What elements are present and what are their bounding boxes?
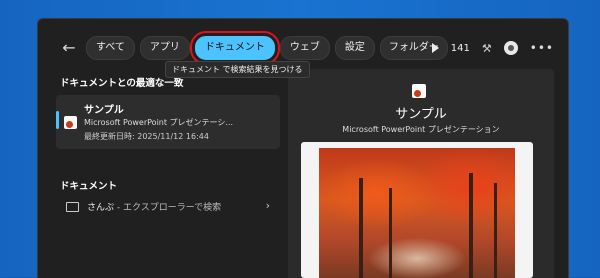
results-list: ドキュメントとの最適な一致 サンプル Microsoft PowerPoint … xyxy=(56,75,288,275)
autumn-forest-photo xyxy=(319,148,515,278)
preview-title: サンプル xyxy=(395,107,447,122)
powerpoint-icon xyxy=(412,84,426,98)
slide-thumbnail[interactable] xyxy=(301,142,533,278)
toolbar-right: 141 ⚒ ••• xyxy=(428,36,554,60)
preview-pane: サンプル Microsoft PowerPoint プレゼンテーション xyxy=(288,69,554,278)
play-icon[interactable] xyxy=(431,43,439,53)
tab-web[interactable]: ウェブ xyxy=(279,36,330,60)
result-name: サンプル xyxy=(84,105,124,116)
explorer-suffix: - エクスプローラーで検索 xyxy=(114,203,222,213)
tab-all[interactable]: すべて xyxy=(86,36,135,60)
best-match-result[interactable]: サンプル Microsoft PowerPoint プレゼンテーシ... 最終更… xyxy=(56,95,280,149)
filter-tabs: すべて アプリ ドキュメント ウェブ 設定 フォルダー xyxy=(86,31,448,65)
result-modified: 最終更新日時: 2025/11/12 16:44 xyxy=(84,132,209,141)
rewards-points: 141 xyxy=(450,42,470,54)
result-type: Microsoft PowerPoint プレゼンテーシ... xyxy=(84,118,234,127)
tab-settings[interactable]: 設定 xyxy=(334,36,375,60)
explorer-search-label: さんぷ - エクスプローラーで検索 xyxy=(87,200,221,213)
tab-apps[interactable]: アプリ xyxy=(139,36,190,60)
tab-documents[interactable]: ドキュメント xyxy=(189,31,280,65)
trophy-icon[interactable]: ⚒ xyxy=(482,42,492,55)
more-options-icon[interactable]: ••• xyxy=(530,41,554,55)
tab-tooltip: ドキュメント で検索結果を見つける xyxy=(165,61,310,78)
explorer-query: さんぷ xyxy=(87,203,115,213)
chevron-right-icon[interactable]: › xyxy=(266,199,270,212)
powerpoint-icon xyxy=(64,116,77,129)
explorer-search-row[interactable]: さんぷ - エクスプローラーで検索 › xyxy=(56,195,280,219)
back-arrow-icon[interactable]: ← xyxy=(59,37,79,57)
selection-indicator xyxy=(56,111,59,129)
folder-icon xyxy=(66,202,79,212)
documents-heading: ドキュメント xyxy=(60,181,118,192)
search-window: ← すべて アプリ ドキュメント ウェブ 設定 フォルダー 141 ⚒ ••• … xyxy=(37,18,569,278)
preview-type: Microsoft PowerPoint プレゼンテーション xyxy=(342,125,500,134)
avatar[interactable] xyxy=(503,41,518,55)
